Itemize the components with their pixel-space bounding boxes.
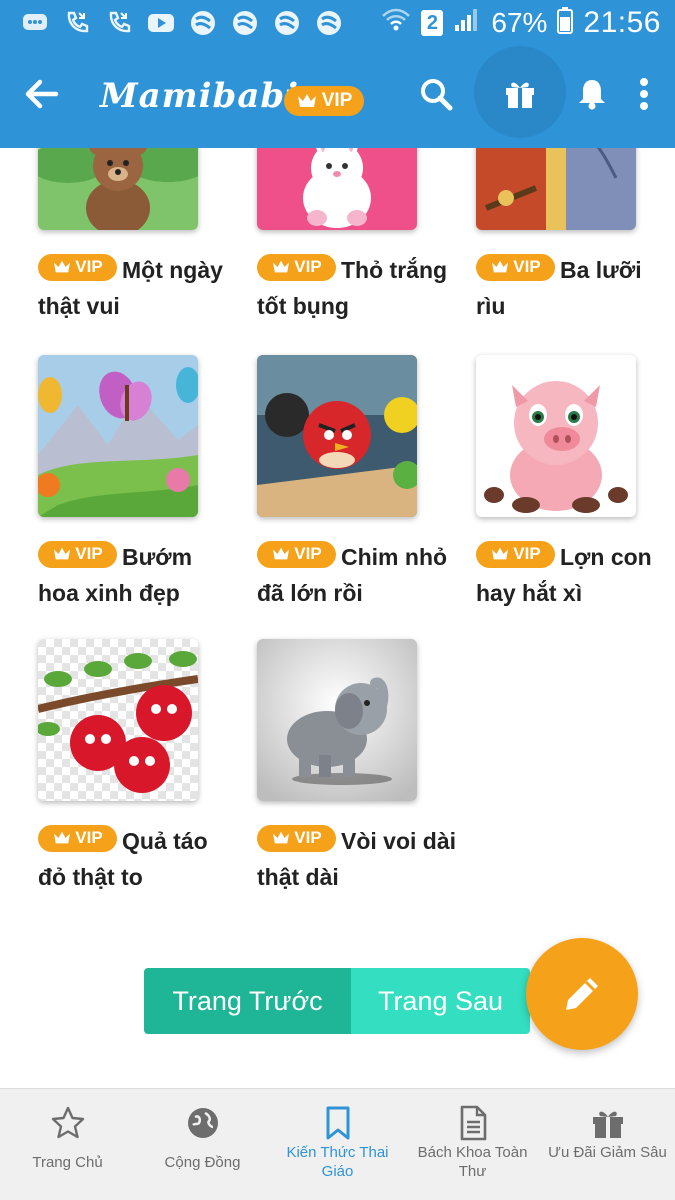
thumbnail-teddy-bear[interactable] [38, 148, 198, 230]
nav-item-prenatal-knowledge[interactable]: Kiến Thức Thai Giáo [270, 1089, 405, 1200]
status-bar: 2 67% 21:56 [0, 0, 675, 46]
bottom-nav: Trang Chủ Cộng Đồng Kiến Thức Thai Giáo … [0, 1088, 675, 1200]
pencil-icon [566, 978, 598, 1010]
vip-tag-label: VIP [75, 544, 103, 563]
thumbnail-red-bird[interactable] [257, 355, 417, 517]
story-title[interactable]: VIP Bướm hoa xinh đẹp [38, 539, 238, 611]
missed-call-icon [104, 8, 134, 38]
crown-icon [273, 831, 290, 844]
nav-label: Ưu Đãi Giảm Sâu [548, 1144, 667, 1161]
thumbnail-butterflies[interactable] [38, 355, 198, 517]
story-card[interactable]: VIP Ba lưỡi rìu [476, 148, 675, 338]
bell-icon[interactable] [570, 72, 614, 116]
vip-tag: VIP [38, 253, 117, 281]
app-icon [314, 8, 344, 38]
nav-label: Kiến Thức Thai Giáo [286, 1144, 389, 1180]
vip-badge[interactable]: VIP [284, 86, 364, 116]
notification-icons [20, 8, 344, 38]
thumbnail-red-apples[interactable] [38, 639, 198, 801]
pagination: Trang Trước Trang Sau [144, 968, 530, 1034]
document-icon [453, 1103, 493, 1143]
story-card[interactable]: VIP Chim nhỏ đã lớn rồi [257, 355, 457, 625]
crown-icon [54, 260, 71, 273]
story-card[interactable]: VIP Bướm hoa xinh đẹp [38, 355, 238, 625]
battery-percent: 67% [491, 7, 548, 38]
vip-tag-label: VIP [75, 257, 103, 276]
star-icon [48, 1103, 88, 1143]
search-icon[interactable] [414, 72, 458, 116]
thumbnail-woodcutter[interactable] [476, 148, 636, 230]
vip-tag-label: VIP [75, 828, 103, 847]
brand-logo: Mamibabi [100, 76, 300, 116]
story-title[interactable]: VIP Vòi voi dài thật dài [257, 823, 457, 895]
system-status: 2 67% 21:56 [381, 6, 661, 40]
app-bar: Mamibabi VIP [0, 46, 675, 148]
vip-tag-label: VIP [513, 257, 541, 276]
vip-tag-label: VIP [513, 544, 541, 563]
vip-tag-label: VIP [294, 544, 322, 563]
battery-icon [557, 6, 574, 41]
app-icon [188, 8, 218, 38]
story-title[interactable]: VIP Chim nhỏ đã lớn rồi [257, 539, 457, 611]
thumbnail-white-rabbit[interactable] [257, 148, 417, 230]
bookmark-icon [318, 1103, 358, 1143]
nav-label: Bách Khoa Toàn Thư [417, 1144, 528, 1180]
vip-tag: VIP [257, 253, 336, 281]
crown-icon [492, 260, 509, 273]
crown-icon [297, 94, 316, 107]
message-icon [20, 8, 50, 38]
story-card[interactable]: VIP Quả táo đỏ thật to [38, 639, 238, 909]
story-grid: VIP Một ngày thật vui VIP Thỏ trắng tốt bụ… [0, 148, 675, 928]
more-vert-icon[interactable] [622, 72, 666, 116]
vip-badge-label: VIP [321, 90, 353, 111]
vip-tag: VIP [257, 824, 336, 852]
vip-tag: VIP [38, 824, 117, 852]
crown-icon [273, 260, 290, 273]
story-card[interactable]: VIP Vòi voi dài thật dài [257, 639, 457, 909]
app-icon [272, 8, 302, 38]
story-card[interactable]: VIP Thỏ trắng tốt bụng [257, 148, 457, 338]
vip-tag: VIP [38, 540, 117, 568]
story-title[interactable]: VIP Thỏ trắng tốt bụng [257, 252, 457, 324]
next-page-button[interactable]: Trang Sau [351, 968, 530, 1034]
story-title[interactable]: VIP Quả táo đỏ thật to [38, 823, 238, 895]
clock: 21:56 [583, 6, 661, 39]
nav-item-home[interactable]: Trang Chủ [0, 1089, 135, 1200]
story-title[interactable]: VIP Lợn con hay hắt xì [476, 539, 675, 611]
globe-icon [183, 1103, 223, 1143]
story-title[interactable]: VIP Ba lưỡi rìu [476, 252, 675, 324]
vip-tag-label: VIP [294, 828, 322, 847]
vip-tag: VIP [257, 540, 336, 568]
prev-page-button[interactable]: Trang Trước [144, 968, 351, 1034]
thumbnail-elephant[interactable] [257, 639, 417, 801]
wifi-icon [381, 7, 411, 40]
nav-item-deals[interactable]: Ưu Đãi Giảm Sâu [540, 1089, 675, 1200]
nav-item-community[interactable]: Cộng Đồng [135, 1089, 270, 1200]
story-card[interactable]: VIP Lợn con hay hắt xì [476, 355, 675, 625]
crown-icon [54, 547, 71, 560]
app-icon [230, 8, 260, 38]
story-card[interactable]: VIP Một ngày thật vui [38, 148, 238, 338]
crown-icon [54, 831, 71, 844]
compose-fab[interactable] [526, 938, 638, 1050]
gift-icon [588, 1103, 628, 1143]
nav-label: Cộng Đồng [164, 1154, 241, 1171]
vip-tag: VIP [476, 540, 555, 568]
nav-item-encyclopedia[interactable]: Bách Khoa Toàn Thư [405, 1089, 540, 1200]
nav-label: Trang Chủ [32, 1154, 103, 1171]
crown-icon [273, 547, 290, 560]
vip-tag-label: VIP [294, 257, 322, 276]
thumbnail-piglet[interactable] [476, 355, 636, 517]
youtube-icon [146, 8, 176, 38]
back-arrow-icon[interactable] [22, 74, 62, 114]
sim-badge: 2 [421, 10, 444, 36]
signal-icon [453, 7, 481, 40]
vip-tag: VIP [476, 253, 555, 281]
missed-call-icon [62, 8, 92, 38]
crown-icon [492, 547, 509, 560]
gift-icon[interactable] [498, 72, 542, 116]
story-title[interactable]: VIP Một ngày thật vui [38, 252, 238, 324]
